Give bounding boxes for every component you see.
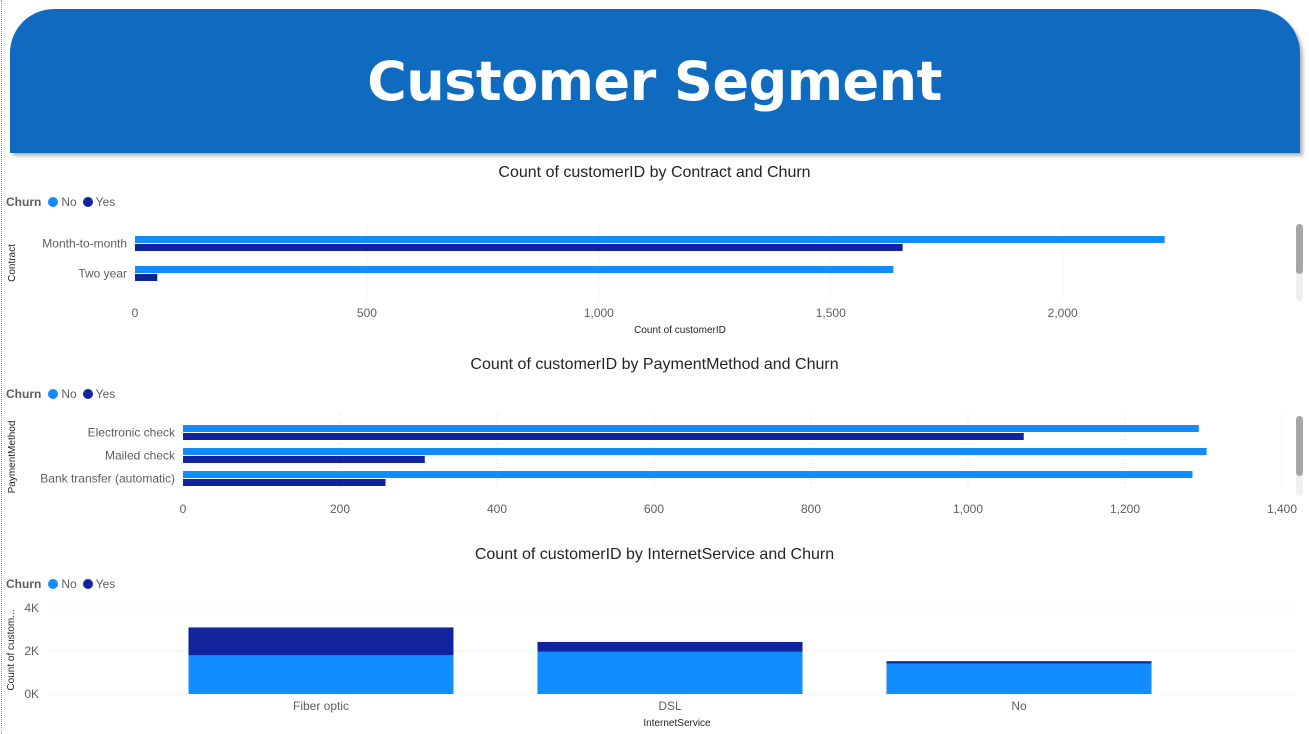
bar-mailed-check-no bbox=[183, 448, 1207, 455]
x-tick-label: 0 bbox=[180, 502, 187, 516]
chart-payment: 0 200 400 600 800 1,000 1,200 1,400 Electronic c… bbox=[7, 415, 1297, 516]
y-tick-label: 2K bbox=[24, 644, 39, 658]
legend-yes-marker bbox=[82, 389, 93, 399]
bar-fiber-optic-no bbox=[188, 655, 454, 694]
category-label: DSL bbox=[658, 699, 682, 713]
x-tick-label: 1,400 bbox=[1267, 502, 1297, 516]
x-tick-label: 1,000 bbox=[584, 306, 614, 320]
chart-contract: 0 500 1,000 1,500 2,000 Month-to-month Two yea… bbox=[7, 225, 1165, 336]
legend-contract: Churn No Yes bbox=[6, 195, 121, 209]
bar-month-to-month-yes bbox=[135, 244, 903, 251]
legend-yes-marker bbox=[82, 197, 93, 207]
bar-dsl-yes bbox=[537, 641, 803, 652]
x-axis-title: InternetService bbox=[643, 718, 711, 729]
bar-fiber-optic-yes bbox=[188, 627, 454, 656]
y-tick-label: 4K bbox=[24, 601, 39, 615]
category-label: No bbox=[1011, 699, 1027, 713]
chart-title-contract: Count of customerID by Contract and Chur… bbox=[498, 164, 811, 181]
category-label: Month-to-month bbox=[42, 237, 127, 251]
category-label: Electronic check bbox=[88, 426, 176, 440]
y-axis-title: Count of custom... bbox=[6, 609, 17, 690]
legend-yes-label: Yes bbox=[95, 195, 116, 209]
legend-internet: Churn No Yes bbox=[6, 577, 121, 591]
legend-payment: Churn No Yes bbox=[6, 387, 121, 401]
category-label: Two year bbox=[78, 267, 127, 281]
bar-mailed-check-yes bbox=[183, 456, 425, 463]
legend-yes-label: Yes bbox=[95, 387, 116, 401]
bar-electronic-check-yes bbox=[183, 433, 1024, 440]
legend-no-marker bbox=[48, 197, 59, 207]
category-label: Bank transfer (automatic) bbox=[40, 472, 175, 486]
chart-title-internet: Count of customerID by InternetService a… bbox=[474, 546, 835, 563]
legend-no-marker bbox=[48, 579, 59, 589]
bar-bank-transfer-automatic-no bbox=[183, 471, 1193, 478]
x-tick-label: 200 bbox=[330, 502, 350, 516]
y-tick-label: 0K bbox=[24, 687, 39, 701]
bar-month-to-month-no bbox=[135, 236, 1165, 243]
legend-no-label: No bbox=[61, 195, 77, 209]
bar-two-year-no bbox=[135, 266, 894, 273]
legend-no-label: No bbox=[61, 577, 77, 591]
y-axis-title: PaymentMethod bbox=[7, 421, 18, 494]
chart-payment-scrollbar-thumb[interactable] bbox=[1296, 416, 1303, 476]
bar-bank-transfer-automatic-yes bbox=[183, 479, 386, 486]
x-tick-label: 400 bbox=[487, 502, 507, 516]
bar-two-year-yes bbox=[135, 274, 158, 281]
legend-title: Churn bbox=[6, 577, 42, 591]
x-tick-label: 600 bbox=[644, 502, 664, 516]
x-tick-label: 1,000 bbox=[953, 502, 983, 516]
bar-no-no bbox=[886, 663, 1152, 694]
chart-internet: 0K 2K 4K Fiber optic DSL No InternetService Cou… bbox=[6, 601, 1295, 729]
chart-payment-scrollbar[interactable] bbox=[1296, 416, 1303, 496]
y-axis-title: Contract bbox=[7, 244, 18, 282]
legend-no-marker bbox=[48, 389, 59, 399]
chart-contract-scrollbar-thumb[interactable] bbox=[1296, 224, 1303, 274]
page-title: Customer Segment bbox=[367, 50, 942, 113]
x-tick-label: 800 bbox=[801, 502, 821, 516]
x-tick-label: 0 bbox=[132, 306, 139, 320]
x-tick-label: 1,200 bbox=[1110, 502, 1140, 516]
chart-title-payment: Count of customerID by PaymentMethod and… bbox=[470, 356, 839, 373]
x-tick-label: 1,500 bbox=[816, 306, 846, 320]
legend-yes-marker bbox=[82, 579, 93, 589]
category-label: Mailed check bbox=[105, 449, 176, 463]
bar-electronic-check-no bbox=[183, 425, 1199, 432]
x-axis-title: Count of customerID bbox=[634, 325, 726, 336]
x-tick-label: 500 bbox=[357, 306, 377, 320]
legend-title: Churn bbox=[6, 387, 42, 401]
x-tick-label: 2,000 bbox=[1048, 306, 1078, 320]
bar-no-yes bbox=[886, 661, 1152, 664]
legend-title: Churn bbox=[6, 195, 42, 209]
bar-dsl-no bbox=[537, 651, 803, 694]
legend-yes-label: Yes bbox=[95, 577, 116, 591]
category-label: Fiber optic bbox=[293, 699, 349, 713]
chart-contract-scrollbar[interactable] bbox=[1296, 224, 1303, 301]
legend-no-label: No bbox=[61, 387, 77, 401]
